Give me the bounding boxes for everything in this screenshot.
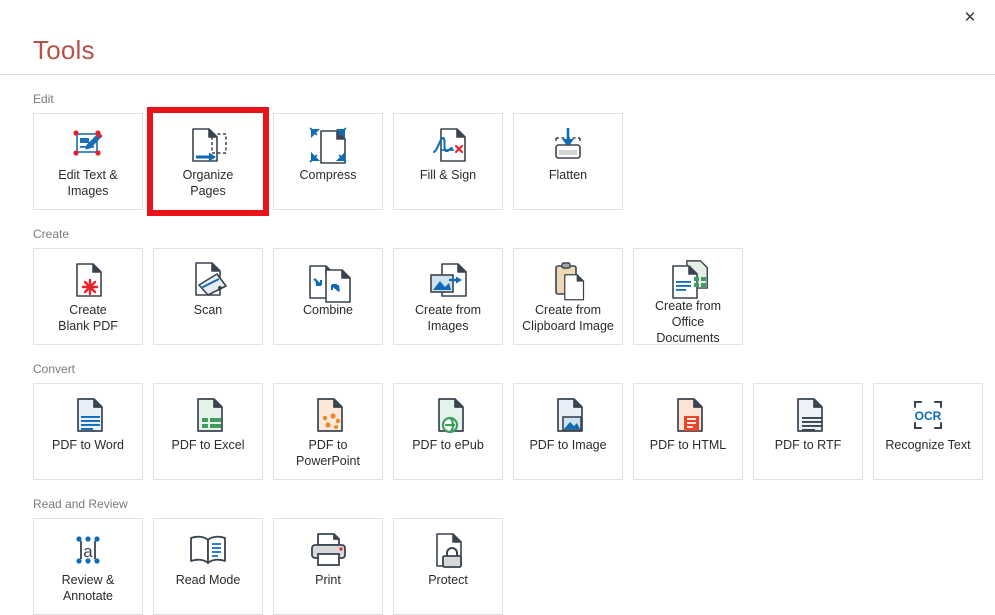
tool-tile-label: PDF to PowerPoint xyxy=(296,438,360,468)
tool-tile-label: Organize Pages xyxy=(182,168,234,198)
create-from-office-documents-icon xyxy=(666,259,710,299)
protect-icon xyxy=(428,529,468,571)
tool-tile-read-mode[interactable]: Read Mode xyxy=(153,518,263,615)
tool-tile-pdf-to-image[interactable]: PDF to Image xyxy=(513,383,623,480)
tool-tile-fill-and-sign[interactable]: Fill & Sign xyxy=(393,113,503,210)
tool-tile-pdf-to-powerpoint[interactable]: PDF to PowerPoint xyxy=(273,383,383,480)
tool-tile-print[interactable]: Print xyxy=(273,518,383,615)
create-blank-pdf-icon xyxy=(68,259,108,301)
tool-tile-label: Fill & Sign xyxy=(419,168,477,182)
recognize-text-icon: OCR xyxy=(907,394,949,436)
tool-tile-label: Review & Annotate xyxy=(61,573,115,603)
tool-tile-recognize-text[interactable]: OCR Recognize Text xyxy=(873,383,983,480)
tool-tile-label: Protect xyxy=(428,573,468,587)
tool-tile-flatten[interactable]: Flatten xyxy=(513,113,623,210)
tool-section: Create Create Blank PDF Scan Combine Cre… xyxy=(0,210,995,345)
tool-tile-organize-pages[interactable]: Organize Pages xyxy=(147,107,269,216)
review-and-annotate-icon: a xyxy=(68,529,108,571)
create-from-images-icon xyxy=(427,259,469,301)
organize-pages-icon xyxy=(186,124,230,166)
tool-tile-row: a Review & Annotate Read Mode Print Prot… xyxy=(33,518,995,615)
tool-tile-label: PDF to HTML xyxy=(649,438,727,452)
flatten-icon xyxy=(547,124,589,166)
tool-tile-create-blank-pdf[interactable]: Create Blank PDF xyxy=(33,248,143,345)
tool-tile-label: PDF to Excel xyxy=(171,438,245,452)
pdf-to-rtf-icon xyxy=(788,394,828,436)
tool-tile-pdf-to-html[interactable]: PDF to HTML xyxy=(633,383,743,480)
create-from-clipboard-image-icon xyxy=(549,259,587,301)
scan-icon xyxy=(187,259,229,301)
page-title: Tools xyxy=(33,35,95,65)
tool-tile-label: Create from Clipboard Image xyxy=(522,303,614,333)
tool-tile-row: Edit Text & Images Organize Pages Compre… xyxy=(33,107,995,216)
svg-text:OCR: OCR xyxy=(915,409,942,423)
tool-tile-combine[interactable]: Combine xyxy=(273,248,383,345)
tool-tile-label: Print xyxy=(315,573,341,587)
tool-tile-compress[interactable]: Compress xyxy=(273,113,383,210)
section-label: Read and Review xyxy=(33,497,128,511)
fill-and-sign-icon xyxy=(428,124,468,166)
print-icon xyxy=(307,529,349,571)
tool-tile-row: Create Blank PDF Scan Combine Create fro… xyxy=(33,248,995,345)
pdf-to-excel-icon xyxy=(188,394,228,436)
tool-tile-label: PDF to Image xyxy=(529,438,607,452)
tool-tile-label: Recognize Text xyxy=(885,438,971,452)
tool-tile-row: PDF to Word PDF to Excel PDF to PowerPoi… xyxy=(33,383,995,480)
tool-tile-label: Create from Images xyxy=(415,303,481,333)
tool-tile-protect[interactable]: Protect xyxy=(393,518,503,615)
tool-tile-review-and-annotate[interactable]: a Review & Annotate xyxy=(33,518,143,615)
section-label: Create xyxy=(33,227,70,241)
pdf-to-image-icon xyxy=(548,394,588,436)
tool-tile-label: Flatten xyxy=(548,168,588,182)
tools-content: Edit Edit Text & Images Organize Pages C… xyxy=(0,75,995,615)
tool-tile-scan[interactable]: Scan xyxy=(153,248,263,345)
tool-tile-label: Combine xyxy=(302,303,354,317)
tool-tile-pdf-to-rtf[interactable]: PDF to RTF xyxy=(753,383,863,480)
compress-icon xyxy=(307,124,349,166)
tool-tile-label: Compress xyxy=(299,168,357,182)
tool-tile-label: PDF to ePub xyxy=(412,438,484,452)
read-mode-icon xyxy=(186,529,230,571)
edit-text-images-icon xyxy=(68,124,108,166)
tool-tile-create-from-clipboard-image[interactable]: Create from Clipboard Image xyxy=(513,248,623,345)
pdf-to-epub-icon xyxy=(428,394,468,436)
tool-section: Convert PDF to Word PDF to Excel PDF to … xyxy=(0,345,995,480)
tool-tile-edit-text-images[interactable]: Edit Text & Images xyxy=(33,113,143,210)
pdf-to-word-icon xyxy=(68,394,108,436)
tool-tile-pdf-to-word[interactable]: PDF to Word xyxy=(33,383,143,480)
tool-tile-label: PDF to Word xyxy=(51,438,124,452)
pdf-to-html-icon xyxy=(668,394,708,436)
tool-tile-label: Scan xyxy=(193,303,223,317)
tool-tile-label: PDF to RTF xyxy=(774,438,842,452)
combine-icon xyxy=(307,259,351,303)
section-label: Convert xyxy=(33,362,76,376)
tool-section: Edit Edit Text & Images Organize Pages C… xyxy=(0,75,995,216)
tool-tile-label: Create Blank PDF xyxy=(58,303,118,333)
svg-text:a: a xyxy=(83,542,93,561)
close-icon[interactable]: ✕ xyxy=(953,4,987,30)
tool-tile-label: Edit Text & Images xyxy=(58,168,118,198)
tool-tile-create-from-office-documents[interactable]: Create from Office Documents xyxy=(633,248,743,345)
tool-tile-label: Read Mode xyxy=(175,573,241,587)
tool-tile-pdf-to-excel[interactable]: PDF to Excel xyxy=(153,383,263,480)
tool-tile-create-from-images[interactable]: Create from Images xyxy=(393,248,503,345)
tool-tile-pdf-to-epub[interactable]: PDF to ePub xyxy=(393,383,503,480)
pdf-to-powerpoint-icon xyxy=(308,394,348,436)
tool-section: Read and Review a Review & Annotate Read… xyxy=(0,480,995,615)
section-label: Edit xyxy=(33,92,54,106)
window-titlebar: ✕ Tools xyxy=(0,0,995,75)
tool-tile-label: Create from Office Documents xyxy=(655,299,721,345)
